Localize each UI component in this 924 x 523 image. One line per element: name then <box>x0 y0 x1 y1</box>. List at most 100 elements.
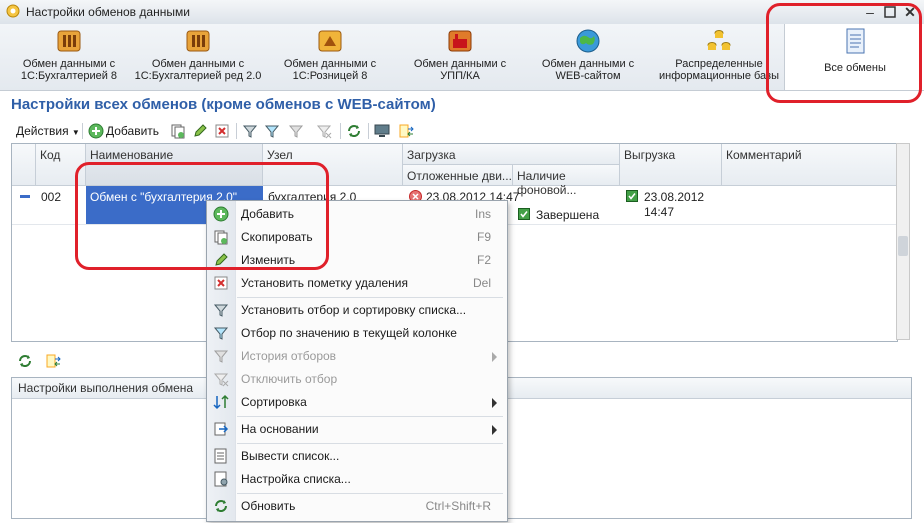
sort-icon <box>213 394 229 410</box>
exchange-icon <box>57 30 81 52</box>
submenu-arrow-icon <box>492 352 497 362</box>
row-marker-icon <box>20 195 30 198</box>
app-icon <box>6 4 20 18</box>
filter-sort-icon <box>213 304 229 317</box>
menu-separator <box>237 416 503 417</box>
actions-menu-button[interactable]: Действия ▼ <box>16 123 80 139</box>
column-header-load-deferred[interactable]: Отложенные дви... <box>403 165 513 186</box>
menu-item-shortcut: Ctrl+Shift+R <box>425 499 491 513</box>
cell-load-background: Завершена <box>536 208 600 222</box>
database-icon <box>707 30 731 50</box>
menu-item-label: Обновить <box>241 499 296 513</box>
based-on-icon <box>214 422 229 436</box>
nav-item-label: Обмен данными с 1С:Бухгалтерией ред 2.0 <box>134 58 262 82</box>
column-header-load[interactable]: Загрузка <box>403 144 620 165</box>
copy-icon[interactable] <box>170 123 186 139</box>
toolbar-separator <box>236 123 237 139</box>
menu-item-filter-history[interactable]: История отборов <box>207 345 507 368</box>
add-button[interactable]: Добавить <box>106 123 159 139</box>
menu-item-label: Отключить отбор <box>241 372 338 386</box>
nav-item-buh8[interactable]: Обмен данными с 1С:Бухгалтерией 8 <box>12 24 126 90</box>
menu-item-filter-off[interactable]: Отключить отбор <box>207 368 507 391</box>
filter-off-icon[interactable] <box>316 123 332 139</box>
filter-history-icon[interactable] <box>288 123 304 139</box>
monitor-icon[interactable] <box>374 123 390 139</box>
menu-item-based-on[interactable]: На основании <box>207 418 507 441</box>
dropdown-arrow-icon: ▼ <box>71 128 80 137</box>
cell-code: 002 <box>41 190 62 204</box>
exchange-icon <box>318 30 342 52</box>
nav-item-label: Обмен данными с WEB-сайтом <box>541 58 635 82</box>
success-check-icon <box>626 190 638 202</box>
menu-item-list-settings[interactable]: Настройка списка... <box>207 468 507 491</box>
column-header-load-background[interactable]: Наличие фоновой... <box>513 165 620 197</box>
submenu-arrow-icon <box>492 425 497 435</box>
refresh-icon[interactable] <box>17 353 33 369</box>
filter-value-icon <box>213 327 229 340</box>
nav-item-label: Обмен данными с 1С:Бухгалтерией 8 <box>20 58 118 82</box>
nav-item-label: Обмен данными с 1С:Розницей 8 <box>283 58 377 82</box>
refresh-icon[interactable] <box>346 123 362 139</box>
globe-icon <box>576 29 600 53</box>
menu-item-shortcut: Del <box>472 276 491 290</box>
menu-item-output-list[interactable]: Вывести список... <box>207 445 507 468</box>
menu-item-label: Сортировка <box>241 395 307 409</box>
menu-item-sort[interactable]: Сортировка <box>207 391 507 414</box>
nav-item-rib[interactable]: Распределенные информационные базы <box>656 24 782 90</box>
column-header-comment[interactable]: Комментарий <box>722 144 897 186</box>
toolbar-separator <box>82 123 83 139</box>
nav-item-buh20[interactable]: Обмен данными с 1С:Бухгалтерией ред 2.0 <box>128 24 268 90</box>
toolbar-separator <box>340 123 341 139</box>
nav-item-roznica[interactable]: Обмен данными с 1С:Розницей 8 <box>282 24 378 90</box>
delete-mark-icon[interactable] <box>214 123 230 139</box>
page-title: Настройки всех обменов (кроме обменов с … <box>11 96 436 113</box>
menu-separator <box>237 443 503 444</box>
delete-mark-icon <box>214 276 228 290</box>
table-scrollbar[interactable] <box>896 143 910 340</box>
menu-item-shortcut: F9 <box>476 230 491 244</box>
filter-off-icon <box>213 373 229 387</box>
cell-unload-date: 23.08.2012 <box>644 190 705 204</box>
menu-separator <box>237 297 503 298</box>
refresh-icon <box>215 500 227 512</box>
nav-item-web[interactable]: Обмен данными с WEB-сайтом <box>540 24 636 90</box>
window-title: Настройки обменов данными <box>26 5 190 19</box>
exchange-run-icon[interactable] <box>45 353 61 369</box>
add-icon[interactable] <box>88 123 104 139</box>
menu-item-label: Настройка списка... <box>241 472 351 486</box>
nav-item-label: Обмен данными с УПП/КА <box>413 58 507 82</box>
edit-icon[interactable] <box>192 123 208 139</box>
cell-unload-time: 14:47 <box>644 205 675 219</box>
menu-item-label: Установить пометку удаления <box>241 276 409 290</box>
menu-separator <box>237 493 503 494</box>
annotation-highlight-menu-actions <box>75 162 329 270</box>
list-toolbar: Действия ▼ Добавить <box>0 119 924 143</box>
output-list-icon <box>214 448 227 464</box>
menu-item-shortcut: F2 <box>476 253 491 267</box>
actions-label: Действия <box>16 124 69 138</box>
panel-title: Настройки выполнения обмена <box>18 381 194 395</box>
menu-item-label: На основании <box>241 422 319 436</box>
menu-item-label: Установить отбор и сортировку списка... <box>241 303 467 317</box>
menu-item-label: Вывести список... <box>241 449 340 463</box>
menu-item-mark-delete[interactable]: Установить пометку удаления Del <box>207 272 507 295</box>
menu-item-refresh[interactable]: Обновить Ctrl+Shift+R <box>207 495 507 518</box>
submenu-arrow-icon <box>492 398 497 408</box>
nav-item-upp[interactable]: Обмен данными с УПП/КА <box>408 24 512 90</box>
filter-history-icon <box>213 350 229 363</box>
row-marker-header <box>12 144 36 186</box>
success-check-icon <box>518 208 530 220</box>
list-settings-icon <box>214 471 228 487</box>
exchange-run-icon[interactable] <box>398 123 414 139</box>
filter-value-icon[interactable] <box>264 123 280 139</box>
menu-item-shortcut: Ins <box>474 207 491 221</box>
menu-item-label: История отборов <box>241 349 337 363</box>
filter-sort-icon[interactable] <box>242 123 258 139</box>
menu-item-filter-value[interactable]: Отбор по значению в текущей колонке <box>207 322 507 345</box>
nav-item-label: Распределенные информационные базы <box>659 58 779 82</box>
toolbar-separator <box>368 123 369 139</box>
scrollbar-thumb[interactable] <box>898 236 908 256</box>
column-header-unload[interactable]: Выгрузка <box>620 144 722 186</box>
exchange-icon <box>186 30 210 52</box>
menu-item-filter-sort[interactable]: Установить отбор и сортировку списка... <box>207 299 507 322</box>
